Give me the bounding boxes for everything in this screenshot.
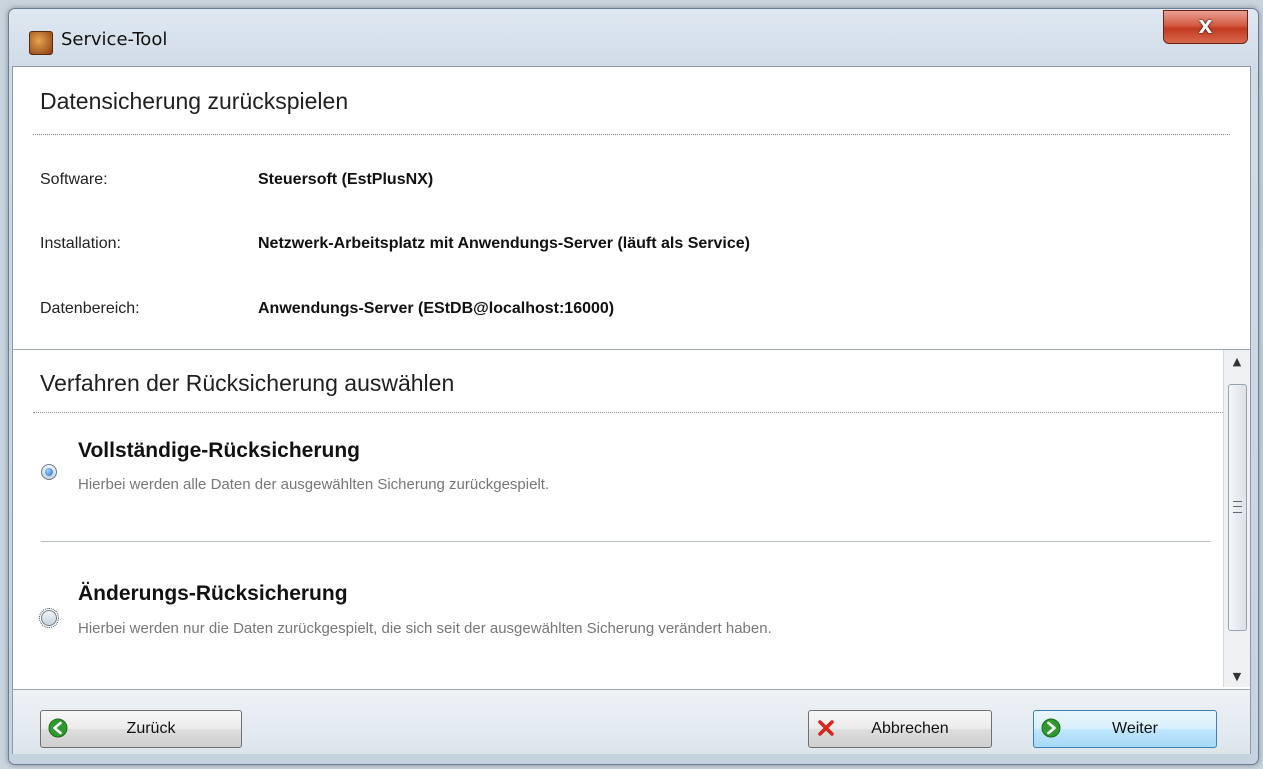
option-divider — [41, 541, 1211, 542]
info-heading: Datensicherung zurückspielen — [40, 88, 349, 114]
software-label: Software: — [40, 171, 108, 188]
options-heading: Verfahren der Rücksicherung auswählen — [40, 370, 455, 396]
full-restore-radio[interactable] — [41, 464, 57, 480]
back-label: Zurück — [126, 720, 176, 737]
change-restore-title[interactable]: Änderungs-Rücksicherung — [78, 582, 348, 606]
close-button[interactable]: X — [1163, 10, 1248, 44]
cancel-label: Abbrechen — [871, 720, 949, 737]
software-value: Steuersoft (EstPlusNX) — [258, 171, 434, 188]
installation-label: Installation: — [40, 235, 121, 252]
installation-value: Netzwerk-Arbeitsplatz mit Anwendungs-Ser… — [258, 235, 750, 252]
scroll-up-icon[interactable]: ▲ — [1224, 350, 1250, 372]
options-heading-divider — [33, 412, 1223, 413]
scroll-down-icon[interactable]: ▼ — [1224, 665, 1250, 687]
grip-icon — [1233, 501, 1242, 513]
service-tool-window: Service-Tool X Datensicherung zurückspie… — [8, 8, 1259, 765]
options-panel: Verfahren der Rücksicherung auswählen Vo… — [13, 350, 1223, 687]
close-icon: X — [1198, 16, 1213, 38]
full-restore-title[interactable]: Vollständige-Rücksicherung — [78, 439, 360, 463]
window-title: Service-Tool — [61, 29, 168, 50]
datenbereich-value: Anwendungs-Server (EStDB@localhost:16000… — [258, 300, 615, 317]
cancel-button[interactable]: Abbrechen — [808, 710, 992, 748]
title-bar[interactable]: Service-Tool X — [9, 9, 1258, 65]
next-button[interactable]: Weiter — [1033, 710, 1217, 748]
datenbereich-label: Datenbereich: — [40, 300, 140, 317]
button-bar: Zurück Abbrechen Weiter — [13, 689, 1250, 754]
change-restore-radio[interactable] — [39, 608, 59, 628]
info-section: Datensicherung zurückspielen Software: S… — [13, 67, 1250, 349]
back-button[interactable]: Zurück — [40, 710, 242, 748]
options-scrollbar[interactable]: ▲ ▼ — [1223, 350, 1250, 687]
app-icon — [29, 31, 53, 55]
next-label: Weiter — [1112, 720, 1158, 737]
dialog-body: Datensicherung zurückspielen Software: S… — [12, 66, 1251, 754]
full-restore-description: Hierbei werden alle Daten der ausgewählt… — [78, 476, 550, 493]
heading-divider — [33, 134, 1230, 135]
scroll-thumb[interactable] — [1228, 384, 1247, 631]
change-restore-description: Hierbei werden nur die Daten zurückgespi… — [78, 620, 772, 637]
